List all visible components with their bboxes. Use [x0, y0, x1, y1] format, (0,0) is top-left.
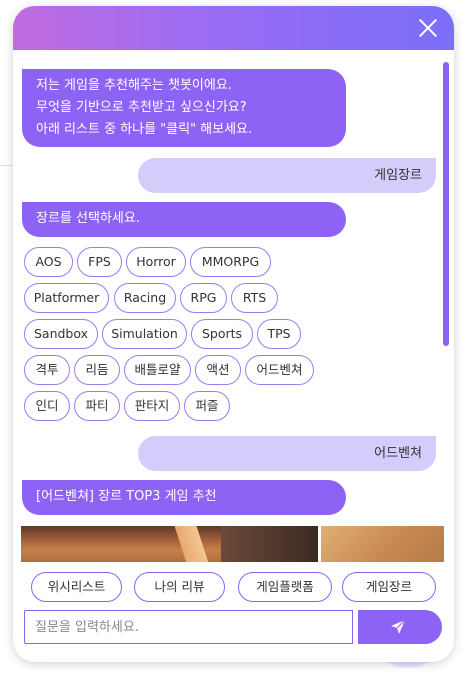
intro-line: 무엇을 기반으로 추천받고 싶으신가요? [36, 100, 247, 115]
genre-chip-rhythm[interactable]: 리듬 [74, 355, 120, 385]
quick-button-wishlist[interactable]: 위시리스트 [31, 572, 122, 602]
genre-chip-action[interactable]: 액션 [195, 355, 241, 385]
thumbnail-detail [174, 526, 210, 562]
question-input[interactable] [24, 610, 353, 644]
game-thumbnail-1[interactable] [21, 526, 318, 562]
chat-header [13, 6, 454, 50]
genre-chip-sports[interactable]: Sports [191, 319, 253, 349]
intro-line: 아래 리스트 중 하나를 "클릭" 해보세요. [36, 122, 253, 137]
genre-chip-horror[interactable]: Horror [126, 247, 186, 277]
result-title-text: [어드벤쳐] 장르 TOP3 게임 추천 [36, 489, 217, 504]
genre-chip-sandbox[interactable]: Sandbox [24, 319, 98, 349]
genre-chip-aos[interactable]: AOS [24, 247, 73, 277]
genre-chip-simulation[interactable]: Simulation [102, 319, 187, 349]
quick-button-platform[interactable]: 게임플랫폼 [238, 572, 332, 602]
genre-chip-battle-royale[interactable]: 배틀로얄 [124, 355, 191, 385]
close-icon[interactable] [416, 16, 440, 40]
user-message-choice: 어드벤쳐 [138, 436, 436, 471]
genre-prompt-text: 장르를 선택하세요. [36, 211, 140, 226]
genre-chip-adventure[interactable]: 어드벤쳐 [245, 355, 314, 385]
bot-message-result: [어드벤쳐] 장르 TOP3 게임 추천 [22, 480, 346, 515]
genre-chip-puzzle[interactable]: 퍼즐 [184, 391, 230, 421]
genre-chip-fps[interactable]: FPS [77, 247, 122, 277]
quick-button-genre[interactable]: 게임장르 [342, 572, 436, 602]
genre-chip-fantasy[interactable]: 판타지 [124, 391, 180, 421]
send-button[interactable] [358, 610, 442, 644]
bot-message-genre-prompt: 장르를 선택하세요. [22, 202, 346, 237]
genre-chip-racing[interactable]: Racing [114, 283, 176, 313]
chatbot-widget: 저는 게임을 추천해주는 챗봇이에요. 무엇을 기반으로 추천받고 싶으신가요?… [13, 6, 454, 662]
intro-line: 저는 게임을 추천해주는 챗봇이에요. [36, 78, 232, 93]
thumbnail-detail [221, 526, 318, 562]
genre-chip-fighting[interactable]: 격투 [24, 355, 70, 385]
genre-chip-tps[interactable]: TPS [257, 319, 301, 349]
user-message-genre: 게임장르 [138, 158, 436, 193]
genre-chip-indie[interactable]: 인디 [24, 391, 70, 421]
scrollbar-thumb[interactable] [443, 62, 449, 346]
send-icon [391, 619, 406, 634]
genre-chip-mmorpg[interactable]: MMORPG [190, 247, 271, 277]
genre-chip-rts[interactable]: RTS [231, 283, 278, 313]
genre-chip-party[interactable]: 파티 [74, 391, 120, 421]
bot-message-intro: 저는 게임을 추천해주는 챗봇이에요. 무엇을 기반으로 추천받고 싶으신가요?… [22, 69, 346, 147]
genre-chip-platformer[interactable]: Platformer [24, 283, 109, 313]
genre-chip-rpg[interactable]: RPG [180, 283, 227, 313]
quick-button-my-review[interactable]: 나의 리뷰 [134, 572, 225, 602]
game-thumbnail-2[interactable] [321, 526, 444, 562]
message-list[interactable]: 저는 게임을 추천해주는 챗봇이에요. 무엇을 기반으로 추천받고 싶으신가요?… [13, 50, 454, 562]
